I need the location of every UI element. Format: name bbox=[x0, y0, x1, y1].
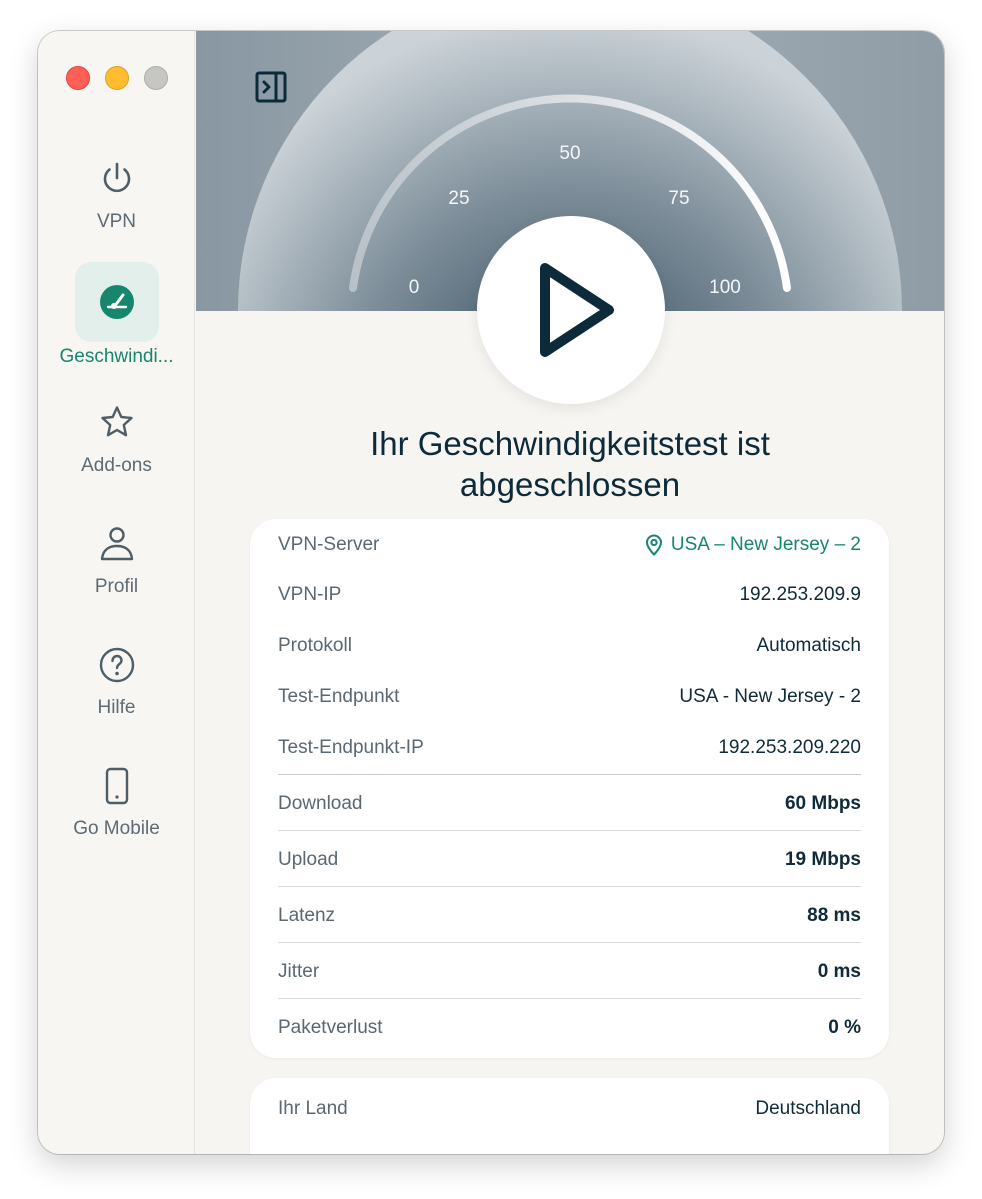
result-value: 60 Mbps bbox=[784, 793, 861, 814]
result-row: VPN-IP 192.253.209.9 bbox=[278, 582, 861, 608]
result-label: VPN-IP bbox=[278, 584, 342, 605]
result-label: Latenz bbox=[278, 905, 336, 926]
divider bbox=[278, 998, 861, 999]
result-label: Download bbox=[278, 793, 363, 814]
sidebar: VPN Geschwindi... Add-ons Profil Hilfe G… bbox=[38, 31, 195, 1154]
result-row: Download 60 Mbps bbox=[278, 791, 861, 817]
gauge-tick-label: 25 bbox=[448, 188, 470, 209]
sidebar-item-label: Add-ons bbox=[81, 455, 152, 476]
start-test-button[interactable] bbox=[477, 216, 665, 404]
sidebar-item-label: Profil bbox=[94, 576, 139, 597]
result-label: Test-Endpunkt-IP bbox=[278, 737, 424, 758]
close-window-button[interactable] bbox=[66, 66, 90, 90]
result-label: Protokoll bbox=[278, 635, 352, 656]
result-row: Jitter 0 ms bbox=[278, 959, 861, 985]
sidebar-item-addons[interactable]: Add-ons bbox=[38, 403, 195, 477]
sidebar-item-label: Hilfe bbox=[97, 697, 136, 718]
location-row: Ihr Land Deutschland bbox=[278, 1096, 861, 1122]
results-card: VPN-Server USA – New Jersey – 2 VPN-IP 1… bbox=[250, 519, 889, 1058]
zoom-window-button[interactable] bbox=[144, 66, 168, 90]
page-title-line: Ihr Geschwindigkeitstest ist bbox=[370, 425, 770, 462]
minimize-window-button[interactable] bbox=[105, 66, 129, 90]
mobile-icon bbox=[105, 767, 128, 805]
main-content: 0 25 50 75 100 Ihr Geschwindigkeitstest … bbox=[196, 31, 944, 1154]
server-link[interactable]: USA – New Jersey – 2 bbox=[645, 534, 861, 556]
sidebar-item-label: Go Mobile bbox=[73, 818, 160, 839]
result-row: Paketverlust 0 % bbox=[278, 1015, 861, 1041]
play-icon bbox=[540, 263, 614, 357]
result-row: VPN-Server USA – New Jersey – 2 bbox=[278, 532, 861, 558]
divider bbox=[278, 886, 861, 887]
result-label: VPN-Server bbox=[278, 534, 380, 555]
result-value: 0 ms bbox=[817, 961, 861, 982]
help-icon bbox=[99, 647, 134, 683]
page-title-line: abgeschlossen bbox=[459, 466, 681, 503]
sidebar-item-help[interactable]: Hilfe bbox=[38, 645, 195, 719]
user-icon bbox=[100, 527, 133, 561]
result-value: 0 % bbox=[828, 1017, 861, 1038]
gauge-tick-label: 50 bbox=[559, 143, 581, 164]
location-card: Ihr Land Deutschland bbox=[250, 1078, 889, 1154]
power-icon bbox=[103, 162, 130, 193]
gauge-tick-label: 75 bbox=[668, 188, 690, 209]
result-row: Test-Endpunkt USA - New Jersey - 2 bbox=[278, 684, 861, 710]
result-value: 88 ms bbox=[807, 905, 861, 926]
sidebar-toggle-icon[interactable] bbox=[255, 71, 287, 103]
speedometer-icon bbox=[99, 285, 134, 319]
page-title: Ihr Geschwindigkeitstest ist abgeschloss… bbox=[196, 423, 944, 505]
result-label: Paketverlust bbox=[278, 1017, 383, 1038]
result-value: 192.253.209.220 bbox=[718, 737, 861, 758]
location-value: Deutschland bbox=[755, 1098, 861, 1119]
result-row: Test-Endpunkt-IP 192.253.209.220 bbox=[278, 735, 861, 761]
sidebar-item-label: VPN bbox=[96, 211, 137, 232]
sidebar-item-go-mobile[interactable]: Go Mobile bbox=[38, 766, 195, 840]
sidebar-item-vpn[interactable]: VPN bbox=[38, 159, 195, 233]
sidebar-item-profile[interactable]: Profil bbox=[38, 524, 195, 598]
sidebar-item-speedtest[interactable]: Geschwindi... bbox=[38, 262, 195, 368]
star-icon bbox=[100, 406, 133, 437]
result-value: Automatisch bbox=[756, 635, 861, 656]
result-value: USA - New Jersey - 2 bbox=[679, 686, 861, 707]
result-label: Upload bbox=[278, 849, 339, 870]
gauge-tick-label: 0 bbox=[408, 277, 420, 298]
gauge-tick-label: 100 bbox=[709, 277, 741, 298]
app-window: VPN Geschwindi... Add-ons Profil Hilfe G… bbox=[38, 31, 944, 1154]
divider bbox=[278, 774, 861, 775]
result-row: Protokoll Automatisch bbox=[278, 633, 861, 659]
result-value: 19 Mbps bbox=[784, 849, 861, 870]
result-label: Test-Endpunkt bbox=[278, 686, 400, 707]
sidebar-item-label: Geschwindi... bbox=[59, 346, 174, 367]
result-label: Jitter bbox=[278, 961, 320, 982]
result-row: Upload 19 Mbps bbox=[278, 847, 861, 873]
result-row: Latenz 88 ms bbox=[278, 903, 861, 929]
divider bbox=[278, 942, 861, 943]
divider bbox=[278, 830, 861, 831]
window-controls bbox=[66, 66, 168, 90]
location-pin-icon bbox=[645, 534, 662, 556]
result-value: 192.253.209.9 bbox=[739, 584, 861, 605]
server-value: USA – New Jersey – 2 bbox=[670, 534, 861, 555]
location-label: Ihr Land bbox=[278, 1098, 348, 1119]
active-indicator bbox=[74, 262, 159, 342]
